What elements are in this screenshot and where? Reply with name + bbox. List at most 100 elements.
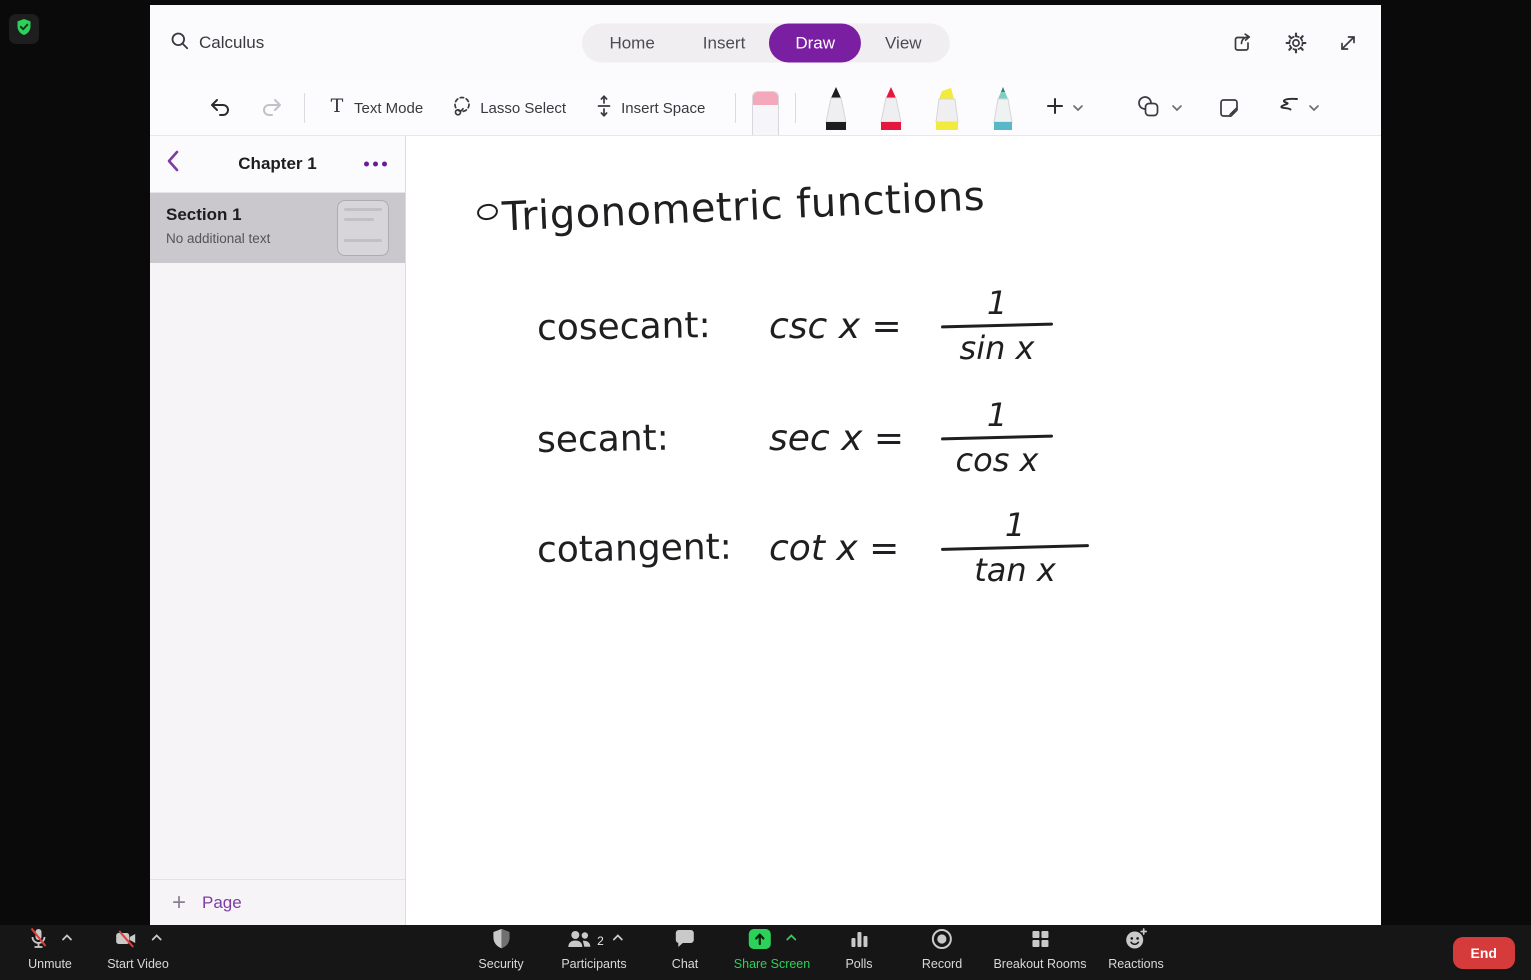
formula-fraction: 1 tan x — [940, 506, 1090, 590]
insert-space-icon — [594, 94, 614, 123]
search-input[interactable] — [199, 33, 359, 53]
ink-formula-secant: secant: sec x = 1 cos x — [537, 396, 1054, 480]
share-notebook-button[interactable] — [1231, 31, 1255, 55]
tab-home[interactable]: Home — [585, 24, 678, 63]
settings-gear-button[interactable] — [1284, 31, 1308, 55]
ribbon-tabs: Home Insert Draw View — [581, 23, 950, 63]
search-icon — [170, 31, 190, 56]
plus-icon — [1045, 96, 1065, 121]
ink-formula-cosecant: cosecant: csc x = 1 sin x — [536, 284, 1054, 368]
formula-lhs: csc x = — [769, 305, 902, 347]
fraction-bar — [940, 322, 1054, 329]
teal-pencil-tool[interactable] — [987, 86, 1019, 135]
fraction-denominator: cos x — [955, 441, 1039, 480]
ink-formula-cotangent: cotangent: cot x = 1 tan x — [537, 506, 1090, 590]
redo-button[interactable] — [258, 96, 284, 120]
shapes-icon — [1136, 94, 1164, 123]
add-page-label: Page — [202, 892, 242, 912]
lasso-select-button[interactable]: Lasso Select — [451, 95, 566, 122]
polls-bar-chart-icon — [849, 929, 869, 954]
black-pen-tool[interactable] — [820, 86, 852, 135]
security-label: Security — [478, 957, 524, 971]
unmute-label: Unmute — [28, 957, 72, 971]
chat-bubble-icon — [674, 929, 696, 954]
camera-off-icon — [114, 928, 140, 955]
reactions-label: Reactions — [1108, 957, 1164, 971]
fraction-numerator: 1 — [986, 284, 1008, 322]
share-screen-button[interactable]: Share Screen — [734, 928, 810, 971]
tab-insert[interactable]: Insert — [679, 24, 770, 63]
shapes-button[interactable] — [1136, 94, 1183, 123]
svg-text:T: T — [331, 96, 344, 116]
fraction-numerator: 1 — [1004, 506, 1026, 544]
eraser-tool[interactable] — [752, 91, 780, 135]
tab-draw[interactable]: Draw — [769, 23, 862, 63]
plus-icon: + — [172, 888, 187, 916]
audio-options-caret[interactable] — [62, 928, 73, 946]
add-page-button[interactable]: + Page — [150, 879, 405, 925]
fraction-denominator: sin x — [959, 329, 1035, 368]
reactions-smiley-icon — [1124, 927, 1148, 955]
security-shield-icon — [491, 928, 511, 955]
back-button[interactable] — [166, 150, 179, 177]
ribbon-divider — [304, 93, 305, 123]
video-options-caret[interactable] — [152, 928, 163, 946]
lasso-select-label: Lasso Select — [480, 99, 567, 117]
mic-muted-icon — [28, 927, 50, 956]
red-pen-tool[interactable] — [875, 86, 907, 135]
green-shield-check-icon — [15, 18, 33, 41]
ink-effects-button[interactable] — [1275, 95, 1320, 122]
participants-label: Participants — [561, 957, 627, 971]
ribbon-divider — [795, 93, 797, 123]
formula-fraction: 1 cos x — [940, 396, 1054, 480]
text-mode-label: Text Mode — [354, 99, 424, 117]
zoom-meeting-toolbar: Unmute Start Video Security 2 Participan… — [0, 925, 1531, 980]
participants-button[interactable]: 2 Participants — [561, 928, 627, 971]
note-canvas[interactable]: Trigonometric functions cosecant: csc x … — [407, 136, 1381, 925]
insert-space-button[interactable]: Insert Space — [594, 94, 705, 123]
chat-button[interactable]: Chat — [672, 929, 698, 971]
breakout-rooms-label: Breakout Rooms — [993, 957, 1087, 971]
meeting-security-badge[interactable] — [9, 14, 39, 44]
text-mode-button[interactable]: T Text Mode — [327, 95, 424, 121]
yellow-highlighter-tool[interactable] — [930, 86, 964, 135]
undo-button[interactable] — [208, 96, 234, 120]
participants-caret[interactable] — [612, 928, 623, 946]
insert-space-label: Insert Space — [621, 99, 706, 117]
notebook-search[interactable] — [170, 5, 359, 81]
draw-ribbon: T Text Mode Lasso Select Insert Space — [150, 81, 1381, 136]
record-label: Record — [921, 957, 963, 971]
breakout-rooms-button[interactable]: Breakout Rooms — [993, 929, 1087, 971]
fullscreen-expand-button[interactable] — [1337, 32, 1359, 54]
formula-label: cosecant: — [536, 304, 711, 350]
tab-view[interactable]: View — [861, 24, 946, 63]
chapter-title: Chapter 1 — [238, 154, 317, 173]
breakout-grid-icon — [1030, 929, 1050, 954]
security-button[interactable]: Security — [478, 928, 524, 971]
section-list-item[interactable]: Section 1 No additional text — [150, 193, 405, 263]
start-video-label: Start Video — [107, 957, 169, 971]
fraction-denominator: tan x — [974, 551, 1056, 590]
unmute-button[interactable]: Unmute — [28, 927, 73, 971]
record-button[interactable]: Record — [921, 928, 963, 971]
reactions-button[interactable]: Reactions — [1108, 927, 1164, 971]
fraction-bar — [940, 544, 1090, 552]
app-top-bar: Home Insert Draw View — [150, 5, 1381, 81]
end-meeting-button[interactable]: End — [1452, 936, 1515, 969]
fraction-numerator: 1 — [986, 396, 1008, 434]
chat-label: Chat — [671, 957, 699, 971]
start-video-button[interactable]: Start Video — [107, 929, 169, 971]
text-mode-icon: T — [327, 95, 347, 121]
ink-bullet-circle — [475, 202, 500, 222]
more-options-button[interactable] — [364, 161, 387, 167]
sidebar-header: Chapter 1 — [150, 136, 405, 193]
participants-count-badge: 2 — [597, 934, 604, 948]
chevron-down-icon — [1308, 99, 1320, 117]
note-page-button[interactable] — [1217, 96, 1241, 120]
share-options-caret[interactable] — [786, 928, 797, 946]
lasso-select-icon — [451, 95, 473, 122]
polls-button[interactable]: Polls — [845, 929, 873, 971]
chevron-down-icon — [1171, 99, 1183, 117]
ink-title: Trigonometric functions — [501, 173, 986, 241]
add-pen-button[interactable] — [1045, 96, 1084, 121]
